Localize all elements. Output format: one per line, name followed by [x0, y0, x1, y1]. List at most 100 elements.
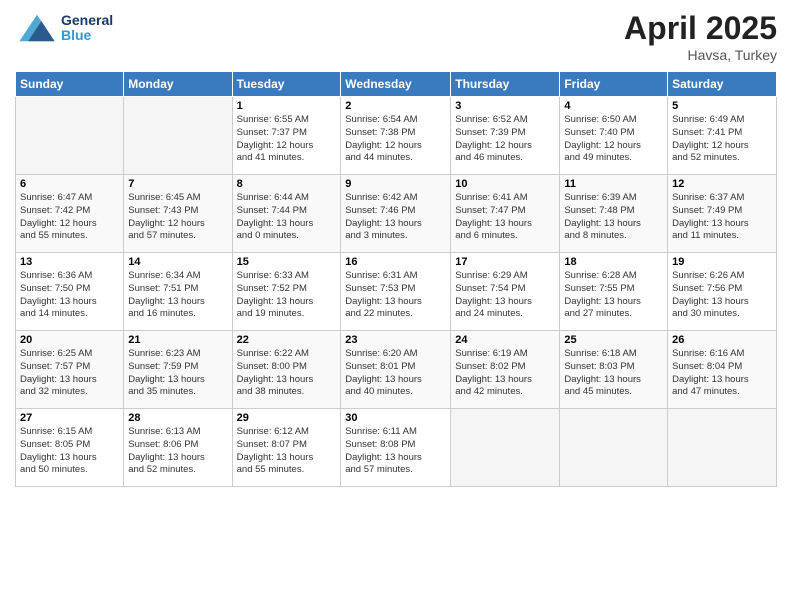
day-number: 27	[20, 412, 119, 424]
day-info: Sunrise: 6:50 AMSunset: 7:40 PMDaylight:…	[564, 114, 663, 165]
day-cell: 23 Sunrise: 6:20 AMSunset: 8:01 PMDayligh…	[341, 331, 451, 409]
day-info: Sunrise: 6:45 AMSunset: 7:43 PMDaylight:…	[128, 192, 227, 243]
weekday-header-sunday: Sunday	[16, 72, 124, 97]
day-info: Sunrise: 6:19 AMSunset: 8:02 PMDaylight:…	[455, 348, 555, 399]
logo: General Blue	[15, 10, 113, 46]
day-cell: 5 Sunrise: 6:49 AMSunset: 7:41 PMDaylight…	[668, 97, 777, 175]
day-number: 28	[128, 412, 227, 424]
day-cell: 18 Sunrise: 6:28 AMSunset: 7:55 PMDayligh…	[560, 253, 668, 331]
day-cell: 19 Sunrise: 6:26 AMSunset: 7:56 PMDayligh…	[668, 253, 777, 331]
day-number: 17	[455, 256, 555, 268]
day-cell: 11Sunrise: 6:39 AMSunset: 7:48 PMDayligh…	[560, 175, 668, 253]
day-number: 9	[345, 178, 446, 190]
day-cell	[124, 97, 232, 175]
day-info: Sunrise: 6:52 AMSunset: 7:39 PMDaylight:…	[455, 114, 555, 165]
week-row-1: 1 Sunrise: 6:55 AMSunset: 7:37 PMDaylight…	[16, 97, 777, 175]
day-number: 5	[672, 100, 772, 112]
day-cell: 28 Sunrise: 6:13 AMSunset: 8:06 PMDayligh…	[124, 409, 232, 487]
day-info: Sunrise: 6:15 AMSunset: 8:05 PMDaylight:…	[20, 426, 119, 477]
day-number: 22	[237, 334, 337, 346]
day-info: Sunrise: 6:16 AMSunset: 8:04 PMDaylight:…	[672, 348, 772, 399]
weekday-header-thursday: Thursday	[451, 72, 560, 97]
day-number: 26	[672, 334, 772, 346]
day-number: 20	[20, 334, 119, 346]
day-cell: 14 Sunrise: 6:34 AMSunset: 7:51 PMDayligh…	[124, 253, 232, 331]
logo-general: General	[61, 13, 113, 28]
day-cell: 8 Sunrise: 6:44 AMSunset: 7:44 PMDaylight…	[232, 175, 341, 253]
day-number: 16	[345, 256, 446, 268]
day-cell: 6 Sunrise: 6:47 AMSunset: 7:42 PMDaylight…	[16, 175, 124, 253]
day-cell: 1 Sunrise: 6:55 AMSunset: 7:37 PMDaylight…	[232, 97, 341, 175]
day-number: 24	[455, 334, 555, 346]
week-row-3: 13Sunrise: 6:36 AMSunset: 7:50 PMDayligh…	[16, 253, 777, 331]
day-cell: 7 Sunrise: 6:45 AMSunset: 7:43 PMDaylight…	[124, 175, 232, 253]
day-number: 23	[345, 334, 446, 346]
title-location: Havsa, Turkey	[624, 47, 777, 63]
day-cell: 26 Sunrise: 6:16 AMSunset: 8:04 PMDayligh…	[668, 331, 777, 409]
day-number: 29	[237, 412, 337, 424]
day-number: 15	[237, 256, 337, 268]
day-cell: 15 Sunrise: 6:33 AMSunset: 7:52 PMDayligh…	[232, 253, 341, 331]
day-info: Sunrise: 6:13 AMSunset: 8:06 PMDaylight:…	[128, 426, 227, 477]
day-number: 18	[564, 256, 663, 268]
day-info: Sunrise: 6:55 AMSunset: 7:37 PMDaylight:…	[237, 114, 337, 165]
weekday-header-tuesday: Tuesday	[232, 72, 341, 97]
calendar-table: SundayMondayTuesdayWednesdayThursdayFrid…	[15, 71, 777, 487]
week-row-4: 20Sunrise: 6:25 AMSunset: 7:57 PMDayligh…	[16, 331, 777, 409]
day-info: Sunrise: 6:22 AMSunset: 8:00 PMDaylight:…	[237, 348, 337, 399]
day-number: 6	[20, 178, 119, 190]
day-info: Sunrise: 6:23 AMSunset: 7:59 PMDaylight:…	[128, 348, 227, 399]
logo-icon	[15, 10, 59, 46]
day-number: 19	[672, 256, 772, 268]
day-number: 2	[345, 100, 446, 112]
day-info: Sunrise: 6:42 AMSunset: 7:46 PMDaylight:…	[345, 192, 446, 243]
title-month: April 2025	[624, 10, 777, 47]
day-cell: 22 Sunrise: 6:22 AMSunset: 8:00 PMDayligh…	[232, 331, 341, 409]
day-number: 7	[128, 178, 227, 190]
day-number: 8	[237, 178, 337, 190]
day-info: Sunrise: 6:49 AMSunset: 7:41 PMDaylight:…	[672, 114, 772, 165]
day-cell: 9 Sunrise: 6:42 AMSunset: 7:46 PMDaylight…	[341, 175, 451, 253]
day-info: Sunrise: 6:18 AMSunset: 8:03 PMDaylight:…	[564, 348, 663, 399]
day-number: 10	[455, 178, 555, 190]
day-number: 25	[564, 334, 663, 346]
day-number: 21	[128, 334, 227, 346]
logo-text: General Blue	[61, 13, 113, 44]
day-info: Sunrise: 6:28 AMSunset: 7:55 PMDaylight:…	[564, 270, 663, 321]
day-info: Sunrise: 6:20 AMSunset: 8:01 PMDaylight:…	[345, 348, 446, 399]
day-info: Sunrise: 6:34 AMSunset: 7:51 PMDaylight:…	[128, 270, 227, 321]
day-info: Sunrise: 6:54 AMSunset: 7:38 PMDaylight:…	[345, 114, 446, 165]
day-cell: 4Sunrise: 6:50 AMSunset: 7:40 PMDaylight…	[560, 97, 668, 175]
day-info: Sunrise: 6:33 AMSunset: 7:52 PMDaylight:…	[237, 270, 337, 321]
weekday-header-saturday: Saturday	[668, 72, 777, 97]
day-number: 14	[128, 256, 227, 268]
day-cell: 21 Sunrise: 6:23 AMSunset: 7:59 PMDayligh…	[124, 331, 232, 409]
day-info: Sunrise: 6:41 AMSunset: 7:47 PMDaylight:…	[455, 192, 555, 243]
weekday-header-monday: Monday	[124, 72, 232, 97]
day-cell: 27 Sunrise: 6:15 AMSunset: 8:05 PMDayligh…	[16, 409, 124, 487]
day-number: 3	[455, 100, 555, 112]
day-cell: 10 Sunrise: 6:41 AMSunset: 7:47 PMDayligh…	[451, 175, 560, 253]
day-number: 11	[564, 178, 663, 190]
day-info: Sunrise: 6:44 AMSunset: 7:44 PMDaylight:…	[237, 192, 337, 243]
weekday-header-wednesday: Wednesday	[341, 72, 451, 97]
day-info: Sunrise: 6:47 AMSunset: 7:42 PMDaylight:…	[20, 192, 119, 243]
day-number: 12	[672, 178, 772, 190]
day-cell: 17Sunrise: 6:29 AMSunset: 7:54 PMDayligh…	[451, 253, 560, 331]
day-cell: 16Sunrise: 6:31 AMSunset: 7:53 PMDayligh…	[341, 253, 451, 331]
week-row-5: 27 Sunrise: 6:15 AMSunset: 8:05 PMDayligh…	[16, 409, 777, 487]
day-info: Sunrise: 6:26 AMSunset: 7:56 PMDaylight:…	[672, 270, 772, 321]
day-cell: 25 Sunrise: 6:18 AMSunset: 8:03 PMDayligh…	[560, 331, 668, 409]
page: General Blue April 2025 Havsa, Turkey Su…	[0, 0, 792, 612]
day-number: 1	[237, 100, 337, 112]
day-cell: 2 Sunrise: 6:54 AMSunset: 7:38 PMDaylight…	[341, 97, 451, 175]
day-cell	[451, 409, 560, 487]
day-cell: 24 Sunrise: 6:19 AMSunset: 8:02 PMDayligh…	[451, 331, 560, 409]
day-cell: 12 Sunrise: 6:37 AMSunset: 7:49 PMDayligh…	[668, 175, 777, 253]
day-number: 30	[345, 412, 446, 424]
day-number: 13	[20, 256, 119, 268]
day-info: Sunrise: 6:12 AMSunset: 8:07 PMDaylight:…	[237, 426, 337, 477]
header: General Blue April 2025 Havsa, Turkey	[15, 10, 777, 63]
day-info: Sunrise: 6:37 AMSunset: 7:49 PMDaylight:…	[672, 192, 772, 243]
day-cell: 29 Sunrise: 6:12 AMSunset: 8:07 PMDayligh…	[232, 409, 341, 487]
